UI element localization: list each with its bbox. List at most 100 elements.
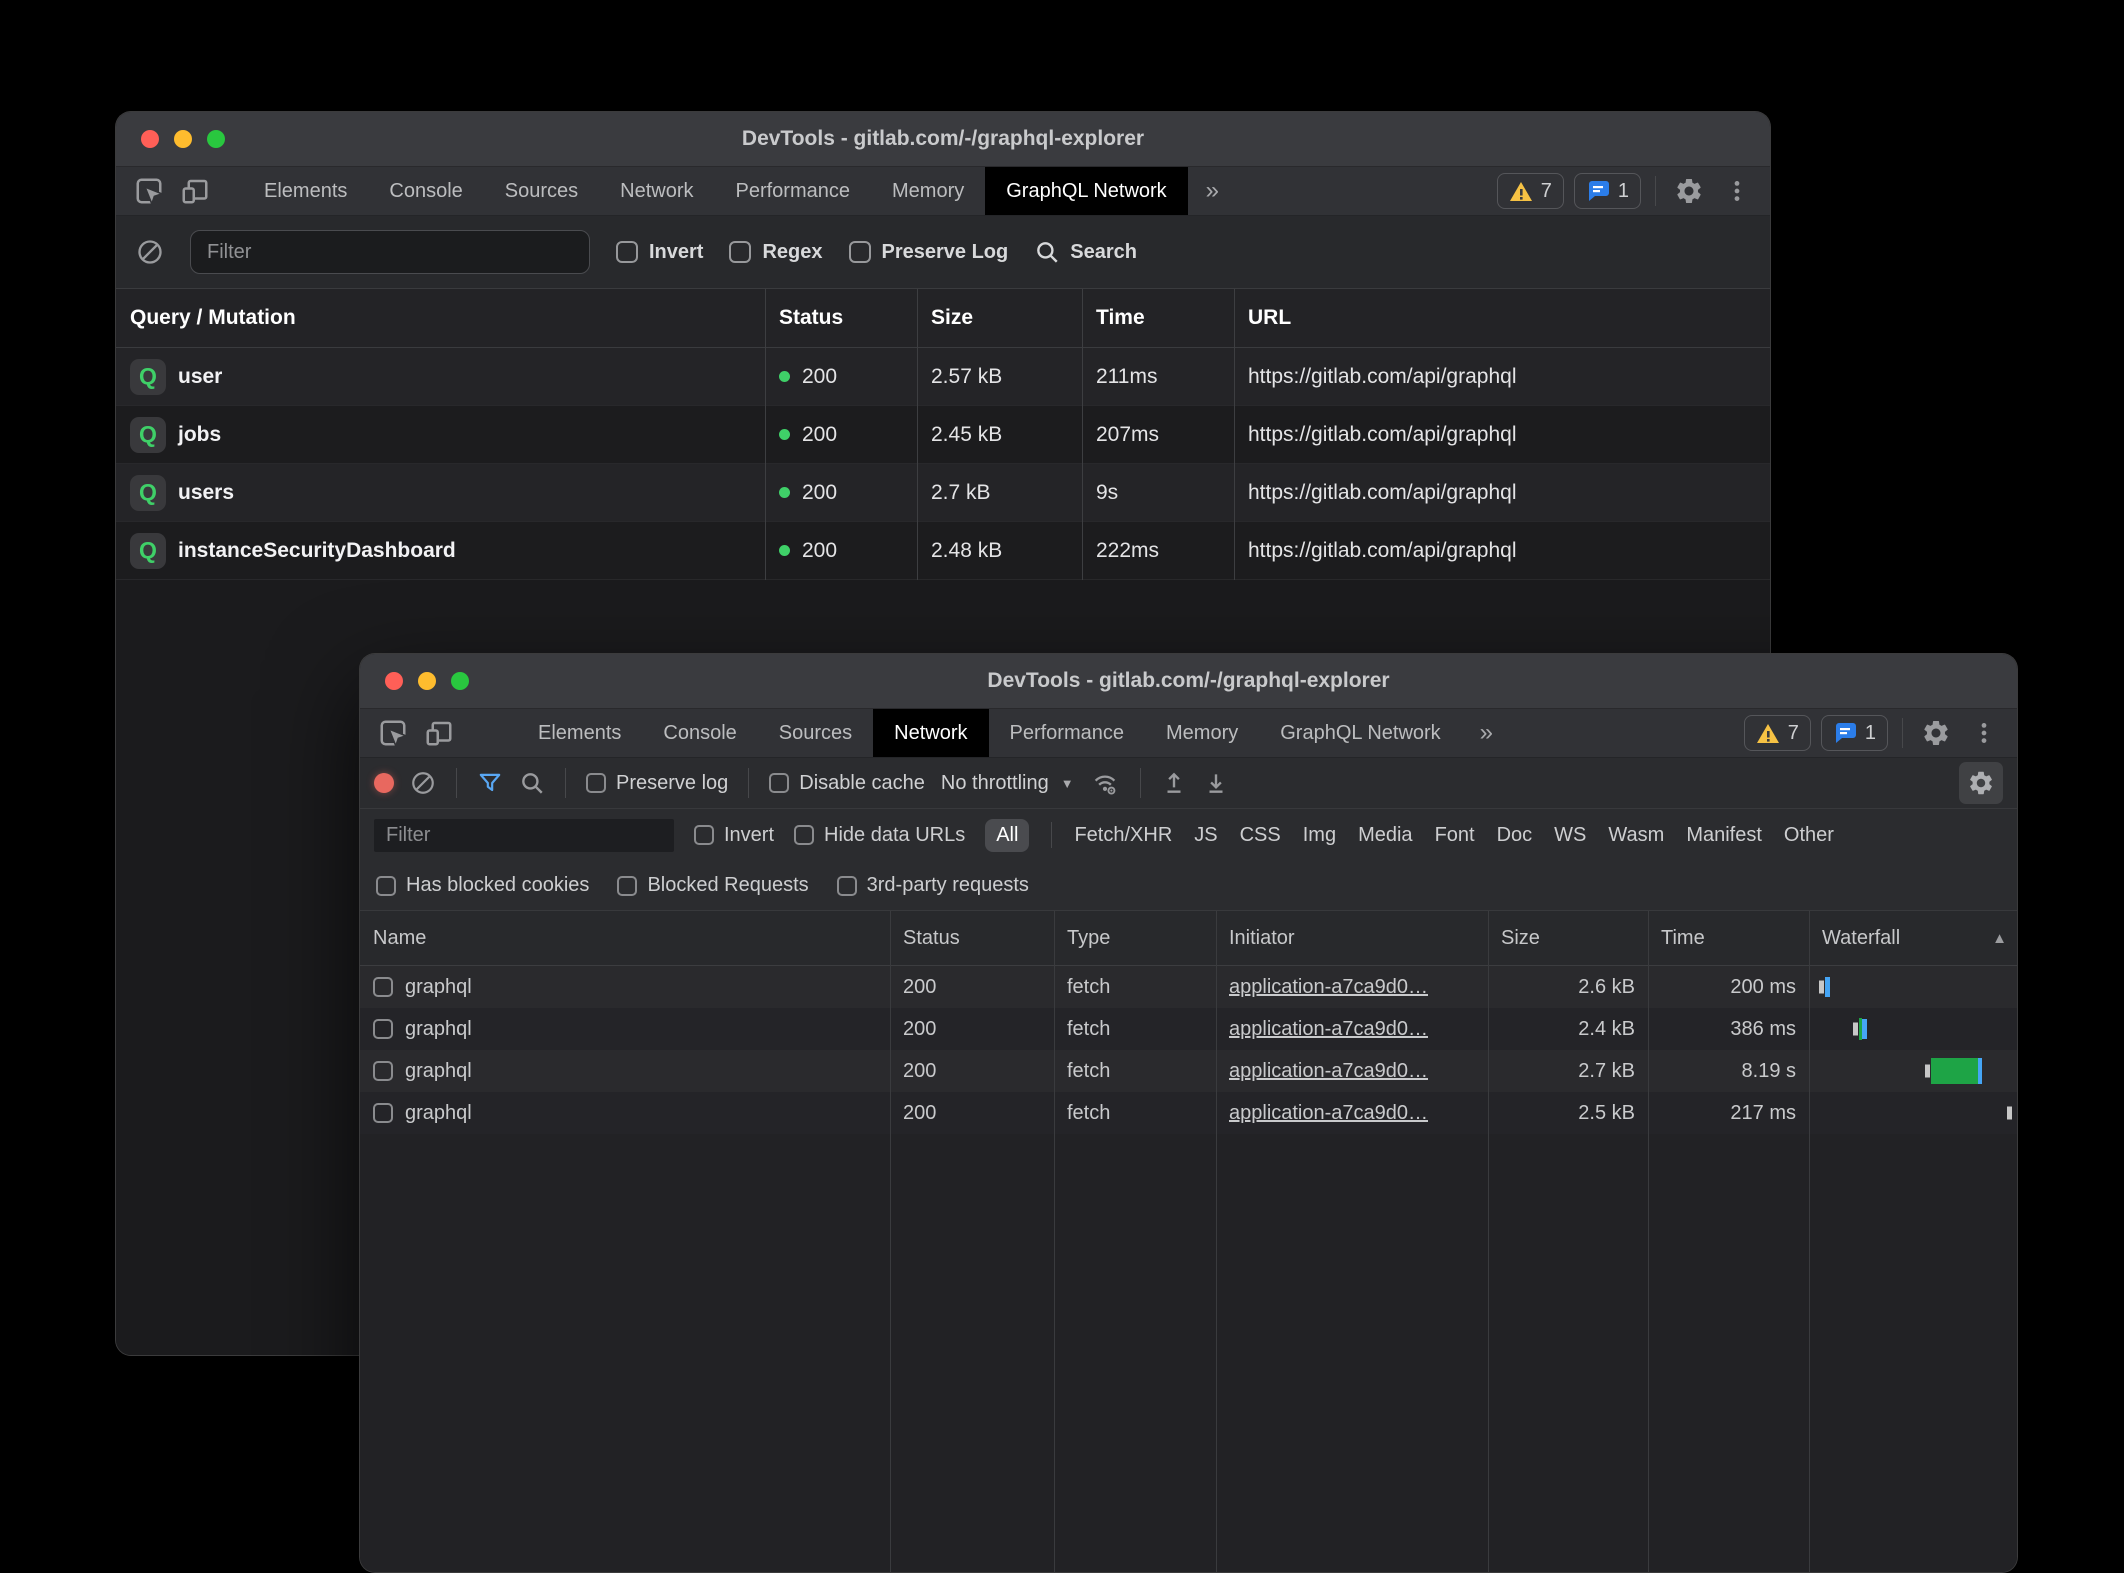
warnings-badge[interactable]: 7: [1497, 173, 1564, 209]
tab-performance[interactable]: Performance: [715, 167, 872, 215]
tab-elements[interactable]: Elements: [243, 167, 368, 215]
checkbox[interactable]: [617, 876, 637, 896]
column-header-status[interactable]: Status: [890, 927, 1054, 950]
device-toolbar-icon[interactable]: [176, 172, 214, 210]
search-icon[interactable]: [519, 770, 545, 796]
blocked-requests-checkbox[interactable]: Blocked Requests: [617, 874, 808, 897]
clear-icon[interactable]: [410, 770, 436, 796]
column-header-size[interactable]: Size: [1488, 927, 1648, 950]
checkbox[interactable]: [586, 773, 606, 793]
column-header-waterfall[interactable]: Waterfall ▲: [1809, 927, 2017, 950]
chip-js[interactable]: JS: [1194, 824, 1217, 847]
chip-all[interactable]: All: [985, 819, 1029, 852]
tab-performance[interactable]: Performance: [989, 709, 1146, 757]
hide-data-urls-checkbox[interactable]: Hide data URLs: [794, 824, 965, 847]
more-tabs-icon[interactable]: »: [1188, 167, 1237, 215]
column-header-time[interactable]: Time: [1648, 927, 1809, 950]
record-button[interactable]: [374, 773, 394, 793]
checkbox[interactable]: [849, 241, 871, 263]
tab-graphql-network[interactable]: GraphQL Network: [1259, 709, 1461, 757]
row-checkbox[interactable]: [373, 1103, 393, 1123]
chip-ws[interactable]: WS: [1554, 824, 1586, 847]
table-row[interactable]: Qusers 200 2.7 kB 9s https://gitlab.com/…: [116, 464, 1770, 522]
chip-css[interactable]: CSS: [1240, 824, 1281, 847]
row-checkbox[interactable]: [373, 977, 393, 997]
checkbox[interactable]: [694, 825, 714, 845]
table-row[interactable]: graphql 200 fetch application-a7ca9d0… 2…: [360, 1008, 2017, 1050]
tab-network[interactable]: Network: [873, 709, 988, 757]
preserve-log-checkbox[interactable]: Preserve log: [586, 772, 728, 795]
search-button[interactable]: Search: [1034, 239, 1137, 265]
issues-badge[interactable]: 1: [1574, 173, 1641, 209]
chip-font[interactable]: Font: [1435, 824, 1475, 847]
initiator-link[interactable]: application-a7ca9d0…: [1229, 1060, 1428, 1083]
preserve-log-checkbox[interactable]: Preserve Log: [849, 241, 1009, 264]
invert-checkbox[interactable]: Invert: [616, 241, 703, 264]
disable-cache-checkbox[interactable]: Disable cache: [769, 772, 925, 795]
settings-gear-icon[interactable]: [1917, 714, 1955, 752]
regex-checkbox[interactable]: Regex: [729, 241, 822, 264]
tab-elements[interactable]: Elements: [517, 709, 642, 757]
inspect-element-icon[interactable]: [130, 172, 168, 210]
network-conditions-icon[interactable]: [1090, 769, 1120, 797]
column-header-type[interactable]: Type: [1054, 927, 1216, 950]
tab-graphql-network[interactable]: GraphQL Network: [985, 167, 1187, 215]
chip-img[interactable]: Img: [1303, 824, 1336, 847]
device-toolbar-icon[interactable]: [420, 714, 458, 752]
kebab-menu-icon[interactable]: [1718, 172, 1756, 210]
titlebar[interactable]: DevTools - gitlab.com/-/graphql-explorer: [360, 654, 2017, 708]
row-checkbox[interactable]: [373, 1019, 393, 1039]
issues-badge[interactable]: 1: [1821, 715, 1888, 751]
export-har-icon[interactable]: [1203, 770, 1229, 796]
initiator-link[interactable]: application-a7ca9d0…: [1229, 1018, 1428, 1041]
tab-network[interactable]: Network: [599, 167, 714, 215]
table-row[interactable]: Qjobs 200 2.45 kB 207ms https://gitlab.c…: [116, 406, 1770, 464]
tab-console[interactable]: Console: [368, 167, 483, 215]
inspect-element-icon[interactable]: [374, 714, 412, 752]
checkbox[interactable]: [729, 241, 751, 263]
chip-doc[interactable]: Doc: [1497, 824, 1533, 847]
chip-media[interactable]: Media: [1358, 824, 1412, 847]
column-header-initiator[interactable]: Initiator: [1216, 927, 1488, 950]
tab-sources[interactable]: Sources: [484, 167, 599, 215]
chip-other[interactable]: Other: [1784, 824, 1834, 847]
throttling-dropdown[interactable]: No throttling ▼: [941, 772, 1074, 795]
tab-sources[interactable]: Sources: [758, 709, 873, 757]
tab-memory[interactable]: Memory: [871, 167, 985, 215]
column-header-query[interactable]: Query / Mutation: [116, 306, 765, 330]
column-header-time[interactable]: Time: [1082, 306, 1234, 330]
tab-memory[interactable]: Memory: [1145, 709, 1259, 757]
table-row[interactable]: QinstanceSecurityDashboard 200 2.48 kB 2…: [116, 522, 1770, 580]
filter-input[interactable]: Filter: [374, 819, 674, 852]
more-tabs-icon[interactable]: »: [1462, 709, 1511, 757]
chip-wasm[interactable]: Wasm: [1608, 824, 1664, 847]
initiator-link[interactable]: application-a7ca9d0…: [1229, 976, 1428, 999]
chip-fetch-xhr[interactable]: Fetch/XHR: [1074, 824, 1172, 847]
warnings-badge[interactable]: 7: [1744, 715, 1811, 751]
has-blocked-cookies-checkbox[interactable]: Has blocked cookies: [376, 874, 589, 897]
checkbox[interactable]: [794, 825, 814, 845]
import-har-icon[interactable]: [1161, 770, 1187, 796]
column-header-size[interactable]: Size: [917, 306, 1082, 330]
kebab-menu-icon[interactable]: [1965, 714, 2003, 752]
checkbox[interactable]: [837, 876, 857, 896]
third-party-requests-checkbox[interactable]: 3rd-party requests: [837, 874, 1029, 897]
tab-console[interactable]: Console: [642, 709, 757, 757]
invert-checkbox[interactable]: Invert: [694, 824, 774, 847]
table-row[interactable]: Quser 200 2.57 kB 211ms https://gitlab.c…: [116, 348, 1770, 406]
table-row[interactable]: graphql 200 fetch application-a7ca9d0… 2…: [360, 1092, 2017, 1134]
filter-funnel-icon[interactable]: [477, 770, 503, 796]
row-checkbox[interactable]: [373, 1061, 393, 1081]
chip-manifest[interactable]: Manifest: [1686, 824, 1762, 847]
titlebar[interactable]: DevTools - gitlab.com/-/graphql-explorer: [116, 112, 1770, 166]
filter-input[interactable]: Filter: [190, 230, 590, 274]
table-row[interactable]: graphql 200 fetch application-a7ca9d0… 2…: [360, 1050, 2017, 1092]
initiator-link[interactable]: application-a7ca9d0…: [1229, 1102, 1428, 1125]
clear-icon[interactable]: [136, 238, 164, 266]
table-row[interactable]: graphql 200 fetch application-a7ca9d0… 2…: [360, 966, 2017, 1008]
checkbox[interactable]: [616, 241, 638, 263]
column-header-name[interactable]: Name: [360, 927, 890, 950]
column-header-status[interactable]: Status: [765, 306, 917, 330]
column-header-url[interactable]: URL: [1234, 306, 1770, 330]
settings-gear-icon[interactable]: [1670, 172, 1708, 210]
